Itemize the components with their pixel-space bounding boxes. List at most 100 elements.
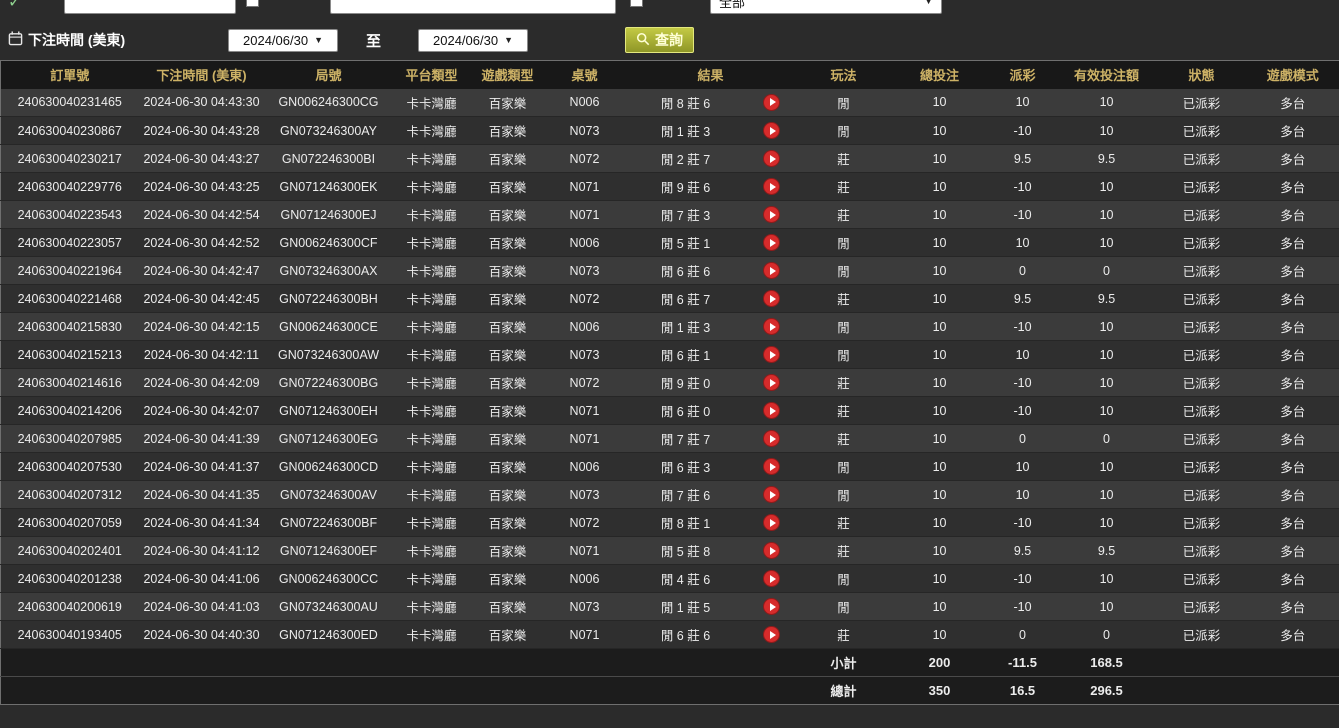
cell-payout: -10 (989, 565, 1057, 593)
cell-time: 2024-06-30 04:42:54 (139, 201, 265, 229)
cell-valid_bet: 10 (1057, 509, 1157, 537)
play-triangle (770, 575, 776, 583)
play-video-icon[interactable] (763, 458, 780, 475)
play-video-icon[interactable] (763, 206, 780, 223)
play-triangle (770, 603, 776, 611)
cell-game: 百家樂 (471, 453, 545, 481)
cell-play_type: 閒 (797, 565, 891, 593)
cell-total_bet: 10 (891, 369, 989, 397)
cell-order: 240630040193405 (1, 621, 139, 649)
cell-payout: -10 (989, 509, 1057, 537)
filter-select[interactable]: 全部 ▼ (710, 0, 942, 14)
cell-order: 240630040207985 (1, 425, 139, 453)
play-triangle (770, 295, 776, 303)
cell-table_no: N072 (545, 145, 625, 173)
cell-payout: 9.5 (989, 285, 1057, 313)
date-to-select[interactable]: 2024/06/30 ▼ (418, 29, 528, 52)
play-video-icon[interactable] (763, 542, 780, 559)
table-row: 2406300402235432024-06-30 04:42:54GN0712… (1, 201, 1339, 229)
cell-table_no: N006 (545, 229, 625, 257)
subtotal-payout: -11.5 (989, 649, 1057, 677)
cell-platform: 卡卡灣廳 (393, 201, 471, 229)
cell-platform: 卡卡灣廳 (393, 229, 471, 257)
play-video-icon[interactable] (763, 514, 780, 531)
cell-round: GN071246300ED (265, 621, 393, 649)
cell-round: GN071246300EF (265, 537, 393, 565)
cell-status: 已派彩 (1157, 257, 1247, 285)
play-cell (747, 621, 797, 649)
table-row: 2406300401934052024-06-30 04:40:30GN0712… (1, 621, 1339, 649)
play-video-icon[interactable] (763, 346, 780, 363)
cell-game: 百家樂 (471, 201, 545, 229)
cell-payout: -10 (989, 173, 1057, 201)
play-video-icon[interactable] (763, 374, 780, 391)
table-row: 2406300402075302024-06-30 04:41:37GN0062… (1, 453, 1339, 481)
cell-valid_bet: 10 (1057, 117, 1157, 145)
play-cell (747, 89, 797, 117)
cell-result: 閒 6 莊 3 (625, 453, 747, 481)
play-video-icon[interactable] (763, 318, 780, 335)
cell-game: 百家樂 (471, 397, 545, 425)
cell-result: 閒 1 莊 3 (625, 117, 747, 145)
cell-play_type: 閒 (797, 313, 891, 341)
cell-platform: 卡卡灣廳 (393, 257, 471, 285)
cell-status: 已派彩 (1157, 341, 1247, 369)
play-video-icon[interactable] (763, 150, 780, 167)
checkbox-icon[interactable] (246, 0, 259, 7)
cell-payout: 10 (989, 229, 1057, 257)
play-video-icon[interactable] (763, 626, 780, 643)
cell-play_type: 閒 (797, 453, 891, 481)
cell-play_type: 閒 (797, 593, 891, 621)
table-row: 2406300402012382024-06-30 04:41:06GN0062… (1, 565, 1339, 593)
play-video-icon[interactable] (763, 570, 780, 587)
play-video-icon[interactable] (763, 94, 780, 111)
play-video-icon[interactable] (763, 234, 780, 251)
play-video-icon[interactable] (763, 430, 780, 447)
table-footer: 小計 200 -11.5 168.5 總計 350 16.5 296.5 (1, 649, 1339, 705)
play-video-icon[interactable] (763, 290, 780, 307)
table-row: 2406300402308672024-06-30 04:43:28GN0732… (1, 117, 1339, 145)
cell-table_no: N073 (545, 257, 625, 285)
cell-valid_bet: 9.5 (1057, 285, 1157, 313)
date-from-select[interactable]: 2024/06/30 ▼ (228, 29, 338, 52)
cell-platform: 卡卡灣廳 (393, 341, 471, 369)
play-cell (747, 593, 797, 621)
cell-time: 2024-06-30 04:43:27 (139, 145, 265, 173)
cell-game: 百家樂 (471, 341, 545, 369)
subtotal-row: 小計 200 -11.5 168.5 (1, 649, 1339, 677)
cell-payout: 0 (989, 425, 1057, 453)
cell-mode: 多台 (1247, 257, 1339, 285)
cell-play_type: 閒 (797, 117, 891, 145)
query-button-label: 查詢 (655, 30, 683, 50)
cell-valid_bet: 10 (1057, 565, 1157, 593)
query-button[interactable]: 查詢 (625, 27, 694, 53)
cell-platform: 卡卡灣廳 (393, 173, 471, 201)
cell-game: 百家樂 (471, 537, 545, 565)
table-row: 2406300402314652024-06-30 04:43:30GN0062… (1, 89, 1339, 117)
cell-order: 240630040201238 (1, 565, 139, 593)
cell-order: 240630040202401 (1, 537, 139, 565)
cell-time: 2024-06-30 04:42:47 (139, 257, 265, 285)
play-video-icon[interactable] (763, 178, 780, 195)
cell-play_type: 莊 (797, 425, 891, 453)
play-video-icon[interactable] (763, 486, 780, 503)
play-video-icon[interactable] (763, 598, 780, 615)
cell-status: 已派彩 (1157, 201, 1247, 229)
subtotal-label: 小計 (797, 649, 891, 677)
cell-platform: 卡卡灣廳 (393, 481, 471, 509)
play-video-icon[interactable] (763, 262, 780, 279)
cell-order: 240630040215830 (1, 313, 139, 341)
filter-input-1[interactable] (64, 0, 236, 14)
play-video-icon[interactable] (763, 402, 780, 419)
cell-status: 已派彩 (1157, 397, 1247, 425)
checkbox-checked-icon[interactable]: ✓ (8, 0, 21, 12)
play-video-icon[interactable] (763, 122, 780, 139)
table-row: 2406300402073122024-06-30 04:41:35GN0732… (1, 481, 1339, 509)
cell-total_bet: 10 (891, 565, 989, 593)
cell-valid_bet: 10 (1057, 397, 1157, 425)
cell-time: 2024-06-30 04:42:11 (139, 341, 265, 369)
cell-total_bet: 10 (891, 341, 989, 369)
cell-round: GN072246300BI (265, 145, 393, 173)
filter-input-2[interactable] (330, 0, 616, 14)
to-label: 至 (366, 30, 381, 51)
